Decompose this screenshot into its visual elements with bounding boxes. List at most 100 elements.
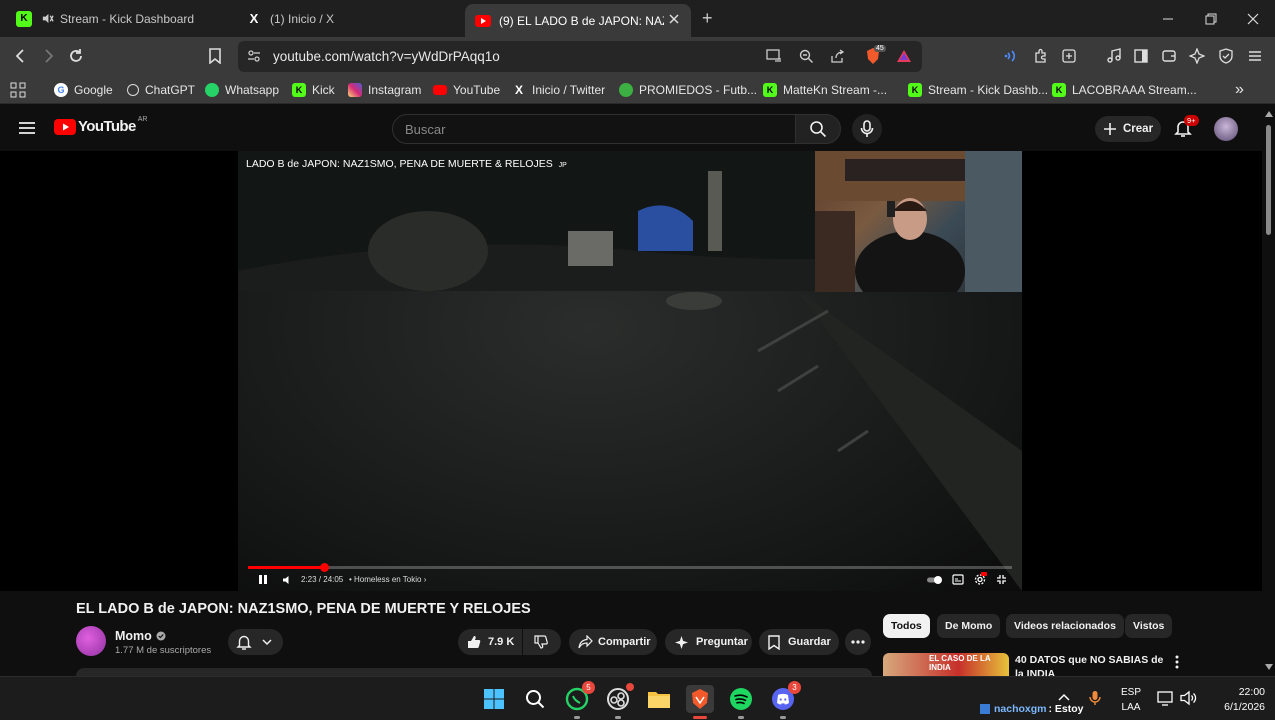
brave-talk-icon[interactable] bbox=[1000, 44, 1024, 68]
channel-avatar[interactable] bbox=[76, 626, 106, 656]
pause-button[interactable] bbox=[258, 574, 268, 585]
settings-button[interactable] bbox=[974, 572, 987, 585]
bookmark-lacobraaa[interactable]: K LACOBRAAA Stream... bbox=[1052, 80, 1197, 100]
youtube-logo[interactable]: YouTube AR bbox=[54, 116, 147, 135]
recommendation-thumbnail[interactable]: EL CASO DE LA INDIA bbox=[883, 653, 1009, 676]
apps-grid-icon[interactable] bbox=[10, 80, 26, 100]
taskbar-search[interactable] bbox=[521, 685, 549, 713]
save-button[interactable]: Guardar bbox=[759, 629, 839, 655]
bookmark-promiedos[interactable]: PROMIEDOS - Futb... bbox=[619, 80, 757, 100]
tab-x-inicio[interactable]: X (1) Inicio / X bbox=[236, 0, 461, 37]
recommendation-title[interactable]: 40 DATOS que NO SABIAS de la INDIA bbox=[1015, 653, 1170, 676]
bookmarks-overflow-button[interactable]: » bbox=[1235, 80, 1244, 100]
new-tab-button[interactable]: + bbox=[702, 0, 713, 37]
ask-button[interactable]: Preguntar bbox=[665, 629, 752, 655]
bookmark-whatsapp[interactable]: Whatsapp bbox=[205, 80, 279, 100]
scroll-down-arrow[interactable] bbox=[1265, 664, 1273, 670]
reload-button[interactable] bbox=[64, 44, 88, 68]
scroll-thumb[interactable] bbox=[1266, 125, 1271, 235]
forward-button[interactable] bbox=[36, 44, 60, 68]
chapter-title[interactable]: • Homeless en Tokio › bbox=[349, 575, 426, 584]
extensions-icon[interactable] bbox=[1029, 44, 1053, 68]
address-bar[interactable]: youtube.com/watch?v=yWdDrPAqq1o 45 bbox=[238, 41, 922, 72]
media-controls-icon[interactable] bbox=[1102, 44, 1126, 68]
chip-todos[interactable]: Todos bbox=[883, 614, 930, 638]
tab-kick-dashboard[interactable]: K Stream - Kick Dashboard bbox=[8, 0, 233, 37]
bookmark-instagram[interactable]: Instagram bbox=[348, 80, 421, 100]
bookmark-twitter[interactable]: X Inicio / Twitter bbox=[512, 80, 605, 100]
leo-ai-icon[interactable] bbox=[1185, 44, 1209, 68]
page-scrollbar[interactable] bbox=[1262, 105, 1275, 676]
volume-icon[interactable] bbox=[1180, 690, 1198, 706]
close-tab-icon[interactable] bbox=[667, 12, 681, 26]
chip-vistos[interactable]: Vistos bbox=[1125, 614, 1173, 638]
notification-bell-button[interactable] bbox=[228, 629, 283, 655]
network-icon[interactable] bbox=[1157, 690, 1175, 706]
brave-rewards-icon[interactable] bbox=[896, 49, 912, 63]
taskbar-file-explorer[interactable] bbox=[645, 685, 673, 713]
share-button[interactable]: Compartir bbox=[569, 629, 657, 655]
chip-de-momo[interactable]: De Momo bbox=[937, 614, 1001, 638]
kick-icon: K bbox=[763, 83, 777, 97]
cast-icon[interactable] bbox=[766, 49, 782, 63]
bookmark-chatgpt[interactable]: ChatGPT bbox=[127, 80, 195, 100]
taskbar-spotify[interactable] bbox=[727, 685, 755, 719]
bookmark-page-icon[interactable] bbox=[203, 44, 227, 68]
bookmark-youtube[interactable]: YouTube bbox=[433, 80, 500, 100]
taskbar-whatsapp[interactable]: 5 bbox=[563, 681, 595, 719]
autoplay-toggle[interactable] bbox=[926, 575, 944, 585]
like-button[interactable]: 7.9 K bbox=[458, 629, 522, 655]
wallet-icon[interactable] bbox=[1157, 44, 1181, 68]
subtitles-button[interactable] bbox=[952, 574, 964, 585]
sidebar-panel-icon[interactable] bbox=[1057, 44, 1081, 68]
browser-menu-icon[interactable] bbox=[1243, 44, 1267, 68]
vpn-shield-icon[interactable] bbox=[1214, 44, 1238, 68]
channel-name[interactable]: Momo bbox=[115, 629, 166, 643]
recording-dot bbox=[626, 683, 634, 691]
tab-youtube-video[interactable]: (9) EL LADO B de JAPON: NAZ1S bbox=[465, 4, 691, 37]
sidebar-toggle-icon[interactable] bbox=[1129, 44, 1153, 68]
taskbar-brave[interactable] bbox=[686, 685, 714, 719]
bookmark-matteknd[interactable]: K MatteKn Stream -... bbox=[763, 80, 887, 100]
notifications-badge: 9+ bbox=[1184, 115, 1199, 126]
tray-microphone-icon[interactable] bbox=[1089, 690, 1101, 706]
clock[interactable]: 22:00 6/1/2026 bbox=[1205, 685, 1265, 715]
account-avatar[interactable] bbox=[1214, 117, 1238, 141]
scroll-up-arrow[interactable] bbox=[1265, 111, 1273, 117]
volume-button[interactable] bbox=[282, 575, 292, 585]
input-language[interactable]: ESP LAA bbox=[1121, 685, 1141, 715]
bookmark-icon bbox=[768, 634, 780, 650]
like-count: 7.9 K bbox=[488, 636, 515, 648]
brave-shields-icon[interactable]: 45 bbox=[865, 45, 886, 65]
fullscreen-exit-button[interactable] bbox=[996, 574, 1007, 585]
bookmark-google[interactable]: G Google bbox=[54, 80, 113, 100]
notifications-button[interactable]: 9+ bbox=[1174, 115, 1199, 138]
create-button[interactable]: Crear bbox=[1095, 116, 1161, 142]
start-button[interactable] bbox=[480, 685, 508, 713]
youtube-header: YouTube AR Buscar Crear 9+ bbox=[0, 105, 1262, 151]
guide-menu-icon[interactable] bbox=[18, 120, 36, 136]
search-button[interactable] bbox=[795, 114, 841, 144]
dislike-button[interactable] bbox=[523, 629, 561, 655]
voice-search-button[interactable] bbox=[852, 114, 882, 144]
share-icon[interactable] bbox=[830, 49, 845, 64]
chip-videos-relacionados[interactable]: Videos relacionados bbox=[1006, 614, 1124, 638]
taskbar-discord[interactable]: 3 bbox=[769, 681, 801, 719]
restore-button[interactable] bbox=[1189, 0, 1233, 37]
player-progress-bar[interactable] bbox=[248, 563, 1012, 572]
more-actions-button[interactable] bbox=[845, 629, 871, 655]
site-settings-icon[interactable] bbox=[247, 49, 261, 63]
back-button[interactable] bbox=[9, 44, 33, 68]
show-hidden-icons[interactable] bbox=[1058, 692, 1070, 702]
close-window-button[interactable] bbox=[1231, 0, 1275, 37]
muted-speaker-icon[interactable] bbox=[40, 11, 54, 27]
bookmark-kick-dashboard[interactable]: K Stream - Kick Dashb... bbox=[908, 80, 1048, 100]
search-input[interactable]: Buscar bbox=[392, 114, 796, 144]
minimize-button[interactable] bbox=[1146, 0, 1190, 37]
stream-status[interactable]: nachoxgm : Estoy bbox=[980, 703, 1084, 715]
zoom-icon[interactable] bbox=[799, 49, 814, 64]
bookmark-kick[interactable]: K Kick bbox=[292, 80, 335, 100]
recommendation-menu-icon[interactable] bbox=[1175, 655, 1179, 669]
taskbar-obs[interactable] bbox=[604, 683, 634, 719]
url-text: youtube.com/watch?v=yWdDrPAqq1o bbox=[273, 49, 500, 64]
